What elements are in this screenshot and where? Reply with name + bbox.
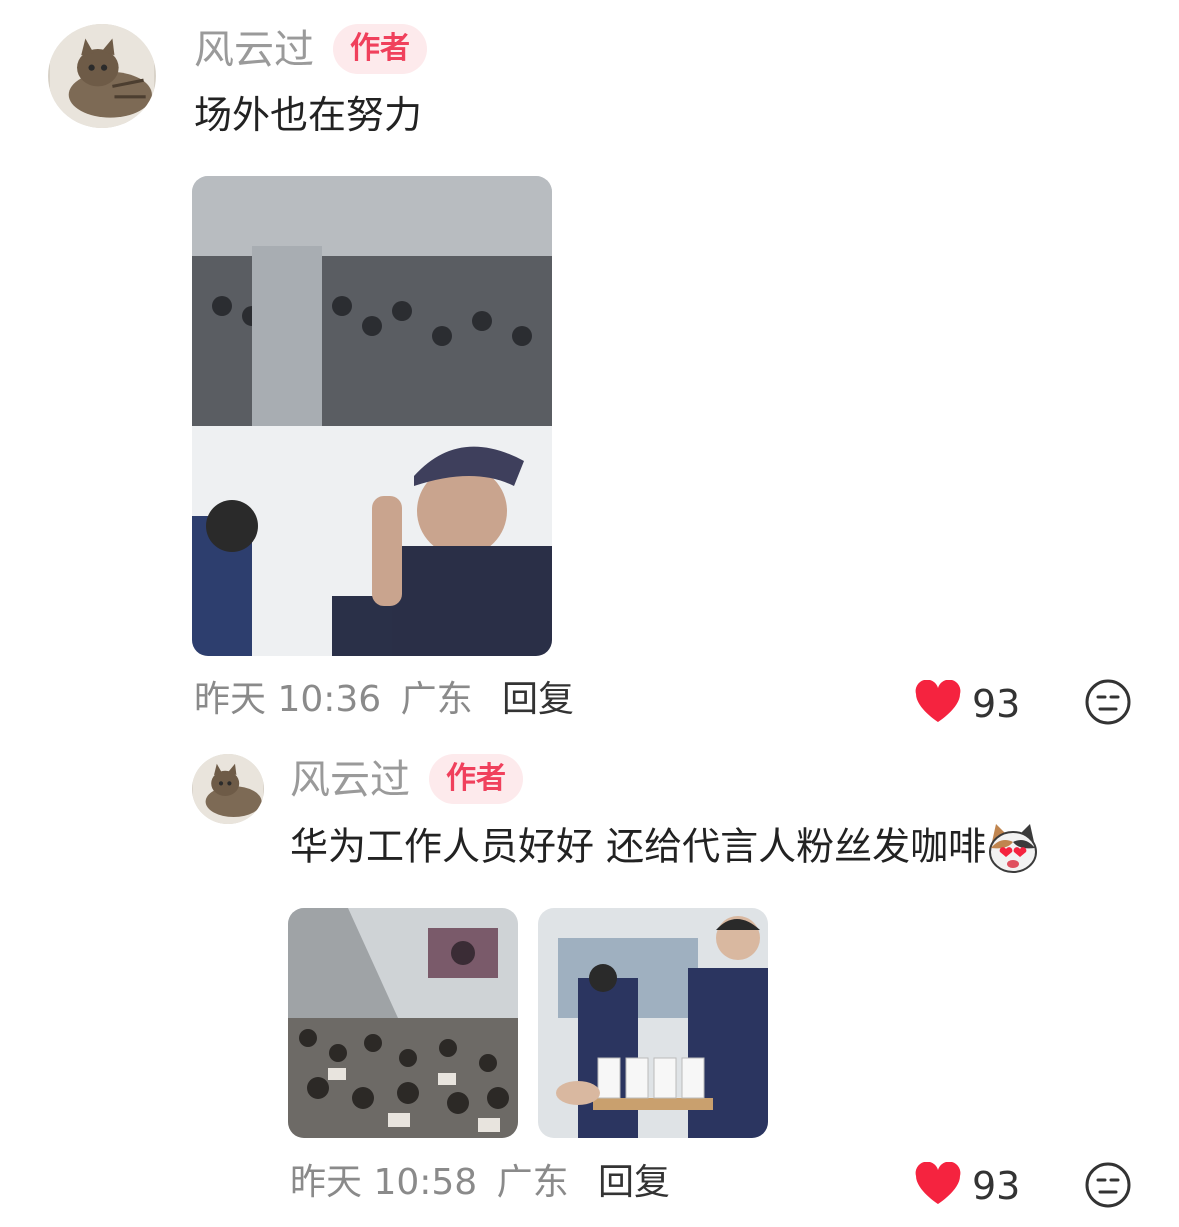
reply-text: 华为工作人员好好 还给代言人粉丝发咖啡: [290, 822, 1040, 876]
crowd-image: [288, 908, 518, 1138]
dislike-face-icon[interactable]: [1084, 1161, 1132, 1209]
comment-timestamp: 昨天 10:36 广东: [194, 682, 473, 718]
comment-text: 场外也在努力: [194, 93, 423, 137]
cat-avatar-image: [50, 24, 154, 128]
comment-time: 昨天 10:36: [194, 679, 382, 720]
security-guard-photo[interactable]: [192, 176, 552, 656]
security-guard-image: [192, 176, 552, 656]
reply-like-count: 93: [972, 1164, 1021, 1208]
author-badge: 作者: [333, 24, 427, 74]
cat-avatar-image: [193, 754, 263, 824]
coffee-tray-photo[interactable]: [538, 908, 768, 1138]
comment-reply-button[interactable]: 回复: [502, 682, 574, 718]
reply-author-avatar[interactable]: [192, 754, 264, 824]
reply-location: 广东: [496, 1162, 569, 1203]
heart-like-icon[interactable]: [914, 1162, 962, 1206]
reply-author-name[interactable]: 风云过: [290, 760, 410, 800]
reply-author-badge: 作者: [429, 754, 523, 804]
comment-like-count: 93: [972, 682, 1021, 726]
author-avatar[interactable]: [48, 24, 156, 128]
reply-reply-button[interactable]: 回复: [598, 1165, 670, 1201]
crowd-photo[interactable]: [288, 908, 518, 1138]
reply-timestamp: 昨天 10:58 广东: [290, 1165, 569, 1201]
reply-text-content: 华为工作人员好好 还给代言人粉丝发咖啡: [290, 824, 987, 869]
dislike-face-icon[interactable]: [1084, 678, 1132, 726]
comment-location: 广东: [400, 679, 473, 720]
author-name[interactable]: 风云过: [194, 30, 314, 70]
coffee-tray-image: [538, 908, 768, 1138]
reply-time: 昨天 10:58: [290, 1162, 478, 1203]
heart-like-icon[interactable]: [914, 680, 962, 724]
heart-eyes-cat-emoji-icon: [989, 824, 1038, 873]
